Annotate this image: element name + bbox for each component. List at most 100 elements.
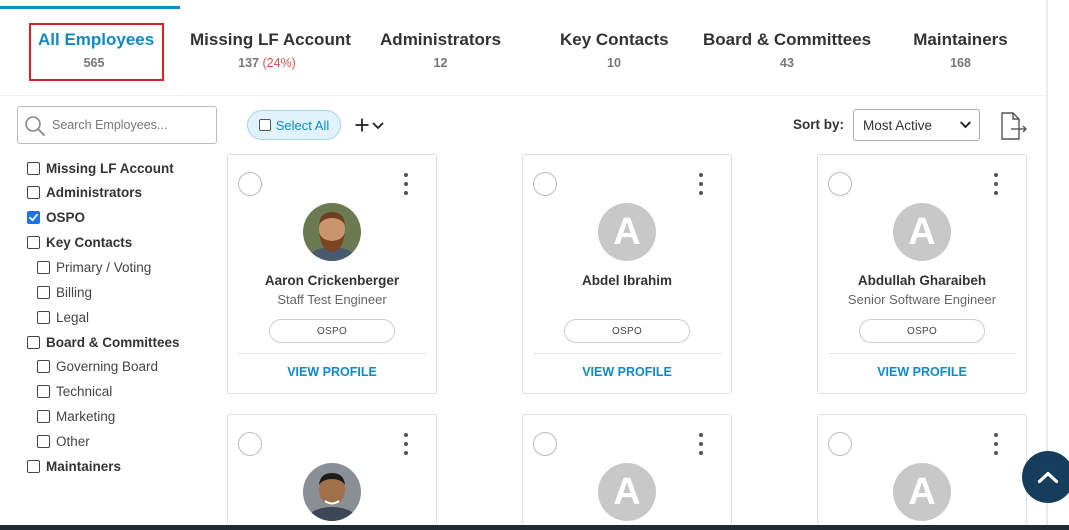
search-input[interactable] <box>52 115 212 135</box>
role-badge: OSPO <box>564 319 690 343</box>
filter-checkbox[interactable] <box>37 410 50 423</box>
kebab-menu-icon[interactable] <box>696 173 706 195</box>
view-profile-link[interactable]: VIEW PROFILE <box>523 365 731 379</box>
employee-name: Abdullah Gharaibeh <box>857 273 987 288</box>
filter-billing[interactable]: Billing <box>37 285 92 300</box>
chevron-down-icon <box>960 121 971 129</box>
tab-label: Maintainers <box>913 30 1008 49</box>
select-all-button[interactable]: Select All <box>247 110 341 140</box>
select-all-checkbox[interactable] <box>258 119 271 131</box>
search-icon <box>25 116 45 136</box>
tab-board-committees[interactable]: Board & Committees 43 <box>703 30 871 70</box>
export-button[interactable] <box>998 111 1030 141</box>
filter-label: Billing <box>56 285 93 300</box>
filter-label: Primary / Voting <box>56 260 152 275</box>
filter-other[interactable]: Other <box>37 434 90 449</box>
kebab-menu-icon[interactable] <box>991 433 1001 455</box>
role-badge: OSPO <box>269 319 395 343</box>
filter-administrators[interactable]: Administrators <box>27 185 142 200</box>
tab-count-percent: (24%) <box>262 56 296 70</box>
card-select-radio[interactable] <box>828 172 852 196</box>
tab-count: 12 <box>433 56 448 70</box>
search-box[interactable] <box>17 106 217 144</box>
employee-card: A <box>817 414 1027 525</box>
filter-key-contacts[interactable]: Key Contacts <box>27 235 132 250</box>
tab-key-contacts[interactable]: Key Contacts 10 <box>560 30 669 70</box>
sort-select[interactable]: Most Active <box>853 109 980 141</box>
filter-checkbox[interactable] <box>37 261 50 274</box>
tab-count-value: 137 <box>238 56 260 70</box>
filter-maintainers[interactable]: Maintainers <box>27 459 121 474</box>
card-select-radio[interactable] <box>238 172 262 196</box>
filter-label: Missing LF Account <box>46 161 174 176</box>
active-tab-accent <box>0 6 180 9</box>
filter-label: Marketing <box>56 409 116 424</box>
filter-checkbox[interactable] <box>27 460 40 473</box>
filter-checkbox-checked[interactable] <box>27 211 40 224</box>
filter-label: Administrators <box>46 185 143 200</box>
filter-missing-lf-account[interactable]: Missing LF Account <box>27 161 174 176</box>
card-select-radio[interactable] <box>238 432 262 456</box>
card-select-radio[interactable] <box>533 172 557 196</box>
filter-checkbox[interactable] <box>37 385 50 398</box>
tab-label: Board & Committees <box>703 30 872 49</box>
filter-checkbox[interactable] <box>27 186 40 199</box>
avatar-initial: A <box>598 463 656 521</box>
filter-ospo[interactable]: OSPO <box>27 210 85 225</box>
employee-title: Senior Software Engineer <box>847 292 997 307</box>
tab-administrators[interactable]: Administrators 12 <box>377 30 504 70</box>
card-divider <box>238 353 426 354</box>
employee-card: A Abdel Ibrahim OSPO VIEW PROFILE <box>522 154 732 394</box>
tab-label: Administrators <box>380 30 501 49</box>
chevron-down-icon <box>372 122 384 130</box>
avatar-initial: A <box>598 203 656 261</box>
filter-governing-board[interactable]: Governing Board <box>37 359 158 374</box>
tab-maintainers[interactable]: Maintainers 168 <box>910 30 1011 70</box>
filter-legal[interactable]: Legal <box>37 310 89 325</box>
add-menu-button[interactable] <box>353 113 385 137</box>
kebab-menu-icon[interactable] <box>401 173 411 195</box>
kebab-menu-icon[interactable] <box>696 433 706 455</box>
employee-card: Aaron Crickenberger Staff Test Engineer … <box>227 154 437 394</box>
scroll-to-top-button[interactable] <box>1022 451 1069 503</box>
filter-checkbox[interactable] <box>27 336 40 349</box>
tab-label: Missing LF Account <box>190 30 351 49</box>
filter-checkbox[interactable] <box>37 360 50 373</box>
tab-label: Key Contacts <box>560 30 669 49</box>
plus-icon <box>355 118 369 132</box>
view-profile-link[interactable]: VIEW PROFILE <box>818 365 1026 379</box>
filter-label: OSPO <box>46 210 86 225</box>
filter-board-committees[interactable]: Board & Committees <box>27 335 180 350</box>
filter-checkbox[interactable] <box>27 162 40 175</box>
filter-primary-voting[interactable]: Primary / Voting <box>37 260 151 275</box>
employee-name: Abdel Ibrahim <box>581 273 672 288</box>
filter-technical[interactable]: Technical <box>37 384 112 399</box>
tab-count: 10 <box>607 56 621 70</box>
filter-checkbox[interactable] <box>37 286 50 299</box>
avatar-initial: A <box>893 463 951 521</box>
role-badge: OSPO <box>859 319 985 343</box>
chevron-up-icon <box>1037 471 1059 484</box>
filter-checkbox[interactable] <box>27 236 40 249</box>
filter-marketing[interactable]: Marketing <box>37 409 115 424</box>
tabs-divider <box>0 95 1046 96</box>
card-select-radio[interactable] <box>533 432 557 456</box>
employee-name: Aaron Crickenberger <box>264 273 400 288</box>
tab-count: 168 <box>950 56 971 70</box>
filter-label: Board & Committees <box>46 335 180 350</box>
kebab-menu-icon[interactable] <box>401 433 411 455</box>
filter-checkbox[interactable] <box>37 435 50 448</box>
tab-missing-lf-account[interactable]: Missing LF Account 137 (24%) <box>190 30 351 70</box>
export-file-icon <box>1001 112 1027 140</box>
filter-label: Governing Board <box>56 359 159 374</box>
avatar-photo <box>303 463 361 521</box>
kebab-menu-icon[interactable] <box>991 173 1001 195</box>
card-divider <box>533 353 721 354</box>
select-all-label: Select All <box>275 117 330 133</box>
filter-checkbox[interactable] <box>37 311 50 324</box>
filter-label: Legal <box>56 310 90 325</box>
card-select-radio[interactable] <box>828 432 852 456</box>
tab-count: 43 <box>780 56 794 70</box>
view-profile-link[interactable]: VIEW PROFILE <box>228 365 436 379</box>
filter-label: Maintainers <box>46 459 122 474</box>
